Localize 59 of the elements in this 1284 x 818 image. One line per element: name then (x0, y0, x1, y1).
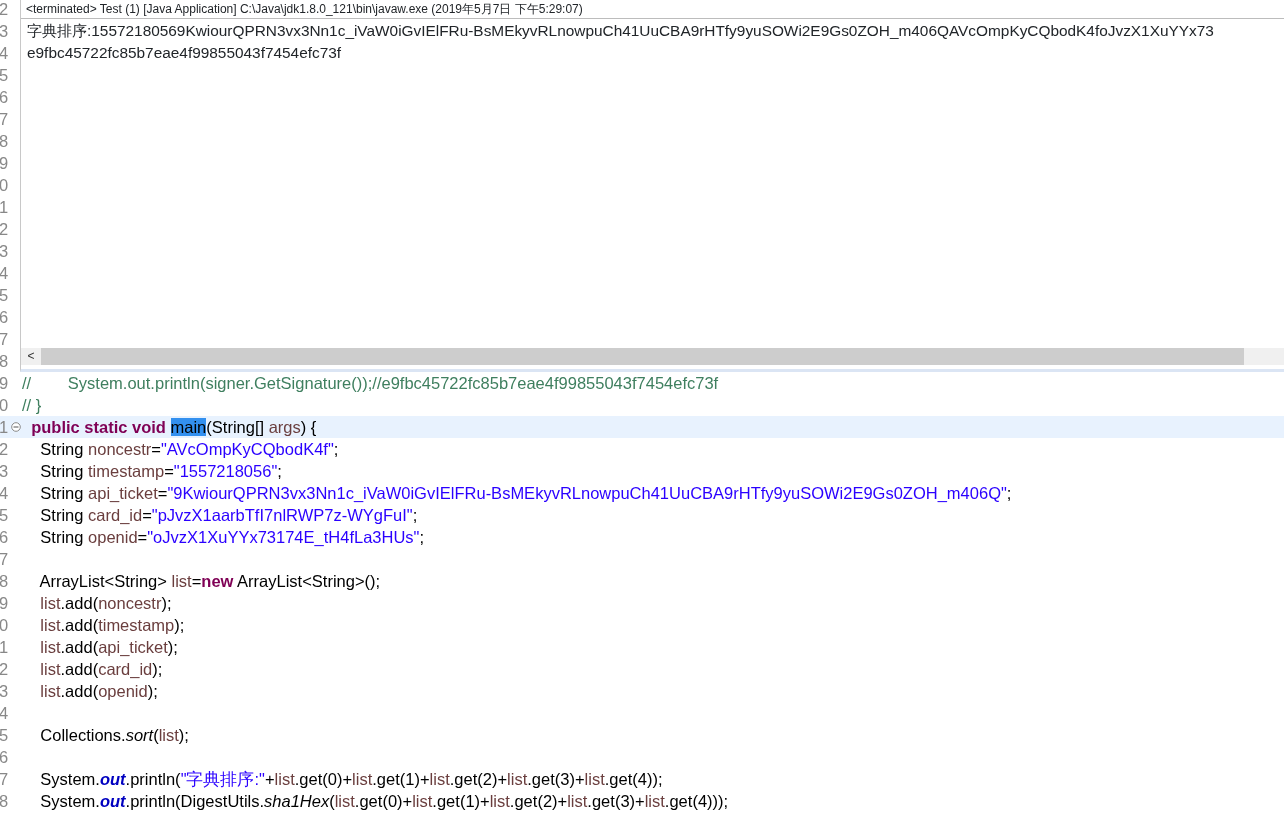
line-number: 2 (0, 439, 9, 460)
line-number: 8 (0, 571, 9, 592)
line-number: 0 (0, 615, 9, 636)
scroll-left-button[interactable]: < (21, 348, 41, 365)
code-line: list.add(card_id); (39, 659, 163, 680)
line-number: 8 (0, 131, 9, 152)
line-number: 2 (0, 219, 9, 240)
line-number: 7 (0, 329, 9, 350)
line-number: 5 (0, 505, 9, 526)
line-number: 4 (0, 703, 9, 724)
code-line: String timestamp="1557218056"; (39, 461, 282, 482)
line-number: 7 (0, 549, 9, 570)
line-number: 3 (0, 461, 9, 482)
code-line: System.out.println(DigestUtils.sha1Hex(list.get(0)+list.get(1)+list.get(2)+list.get(3)+list.get(4))); (39, 791, 729, 812)
code-line: String noncestr="AVcOmpKyCQbodK4f"; (39, 439, 339, 460)
code-line: list.add(openid); (39, 681, 158, 702)
code-line: Collections.sort(list); (39, 725, 189, 746)
code-line: String openid="oJvzX1XuYYx73174E_tH4fLa3HUs"; (39, 527, 425, 548)
line-number: 5 (0, 725, 9, 746)
line-number: 2 (0, 0, 9, 20)
line-number: 5 (0, 285, 9, 306)
code-line: list.add(noncestr); (39, 593, 172, 614)
line-number: 3 (0, 21, 9, 42)
line-number: 8 (0, 351, 9, 372)
line-number: 2 (0, 659, 9, 680)
line-number: 4 (0, 43, 9, 64)
line-number: 0 (0, 395, 9, 416)
console-title: <terminated> Test (1) [Java Application] C:\Java\jdk1.8.0_121\bin\javaw.exe (2019年5月7日 下午5:29:07) (21, 0, 1284, 19)
code-line: // System.out.println(signer.GetSignature());//e9fbc45722fc85b7eae4f99855043f7454efc73f (22, 373, 719, 394)
line-number: 1 (0, 197, 9, 218)
code-line: public static void main(String[] args) { (30, 417, 317, 438)
line-number: 3 (0, 241, 9, 262)
code-line: // } (22, 395, 42, 416)
code-line: list.add(timestamp); (39, 615, 185, 636)
line-number: 6 (0, 87, 9, 108)
line-number: 4 (0, 483, 9, 504)
code-line: list.add(api_ticket); (39, 637, 178, 658)
console-output-line: 字典排序:15572180569KwiourQPRN3vx3Nn1c_iVaW0iGvIElFRu-BsMEkyvRLnowpuCh41UuCBA9rHTfy9yuSOWi2E9Gs0ZOH_m406QAVcOmpKyCQbodK4foJvzX1XuYYx73 (27, 21, 1215, 41)
line-number: 4 (0, 263, 9, 284)
line-number: 8 (0, 791, 9, 812)
line-number: 7 (0, 109, 9, 130)
collapse-icon[interactable] (11, 422, 21, 432)
line-number: 5 (0, 65, 9, 86)
line-number: 0 (0, 175, 9, 196)
line-number: 6 (0, 527, 9, 548)
line-number: 1 (0, 637, 9, 658)
line-number: 9 (0, 153, 9, 174)
line-number: 1 (0, 417, 9, 438)
line-number: 6 (0, 747, 9, 768)
console-output-line: e9fbc45722fc85b7eae4f99855043f7454efc73f (27, 43, 343, 63)
code-line: String api_ticket="9KwiourQPRN3vx3Nn1c_iVaW0iGvIElFRu-BsMEkyvRLnowpuCh41UuCBA9rHTfy9yuSOWi2E9Gs0ZOH_m406Q"; (39, 483, 1012, 504)
line-number: 7 (0, 769, 9, 790)
code-line: String card_id="pJvzX1aarbTfI7nlRWP7z-WYgFuI"; (39, 505, 418, 526)
code-line: System.out.println("字典排序:"+list.get(0)+list.get(1)+list.get(2)+list.get(3)+list.get(4)); (39, 769, 663, 790)
line-number: 9 (0, 373, 9, 394)
code-line: ArrayList<String> list=new ArrayList<String>(); (38, 571, 381, 592)
line-number: 6 (0, 307, 9, 328)
line-number: 3 (0, 681, 9, 702)
line-number: 9 (0, 593, 9, 614)
